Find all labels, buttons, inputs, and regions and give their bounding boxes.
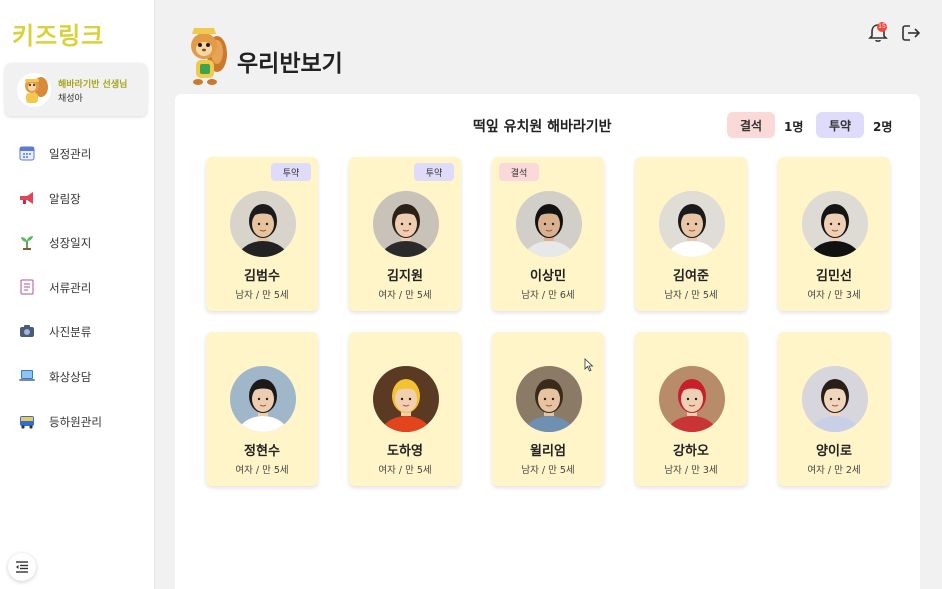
page-title: 우리반보기 [237,51,343,77]
child-name: 이상민 [530,269,566,284]
child-info: 남자 / 만 5세 [521,465,575,476]
child-info: 여자 / 만 3세 [807,290,861,301]
sidebar-item-label: 일정관리 [49,147,92,161]
child-name: 윌리엄 [530,444,566,459]
medication-count: 2명 [873,120,893,134]
child-info: 남자 / 만 3세 [664,465,718,476]
child-card[interactable]: 김민선여자 / 만 3세 [778,157,890,311]
sidebar-item-label: 서류관리 [49,280,92,295]
menu-collapse-icon [16,561,28,573]
child-photo [230,191,296,257]
child-photo [659,191,725,257]
logout-icon[interactable] [900,22,922,44]
child-name: 양이로 [816,444,852,459]
document-icon [20,279,34,295]
laptop-icon [19,369,35,381]
sidebar-item-growth-log[interactable]: 성장일지 [0,227,155,272]
absent-count: 1명 [784,120,804,134]
squirrel-mascot-icon [191,28,227,85]
child-info: 여자 / 만 5세 [378,290,432,301]
medication-filter-chip[interactable]: 투약 [816,112,864,138]
class-title: 떡잎 유치원 해바라기반 [473,119,612,135]
sidebar: 키즈링크 해바라기반 선생님 채성아 일정관리 알림장 성장일지 서류관리 사진… [0,0,155,589]
medication-badge: 투약 [271,163,311,181]
child-card[interactable]: 도하영여자 / 만 5세 [349,332,461,486]
sidebar-item-documents[interactable]: 서류관리 [0,272,155,317]
child-name: 김여준 [673,269,709,284]
notification-badge: 15 [877,22,887,32]
child-name: 정현수 [244,444,280,459]
megaphone-icon [20,191,33,204]
child-card[interactable]: 양이로여자 / 만 2세 [778,332,890,486]
absent-badge: 결석 [499,163,539,181]
sidebar-collapse-button[interactable] [8,553,36,581]
sidebar-item-label: 알림장 [49,191,81,206]
child-photo [659,366,725,432]
sidebar-item-label: 화상상담 [49,369,92,384]
child-card[interactable]: 김여준남자 / 만 5세 [635,157,747,311]
calendar-icon [19,146,35,161]
child-photo [516,366,582,432]
child-name: 김민선 [816,269,852,284]
bus-icon [20,415,34,429]
sidebar-item-schedule[interactable]: 일정관리 [0,138,155,183]
child-card[interactable]: 윌리엄남자 / 만 5세 [492,332,604,486]
child-card[interactable]: 정현수여자 / 만 5세 [206,332,318,486]
child-card[interactable]: 투약김범수남자 / 만 5세 [206,157,318,311]
sidebar-item-label: 등하원관리 [49,414,102,429]
child-name: 강하오 [673,444,709,459]
squirrel-avatar [17,73,51,107]
camera-icon [20,325,34,338]
child-photo [802,366,868,432]
profile-name: 채성아 [58,94,83,104]
sidebar-item-notice[interactable]: 알림장 [0,183,155,228]
sidebar-item-photos[interactable]: 사진분류 [0,316,155,361]
app-logo[interactable]: 키즈링크 [12,16,104,51]
child-name: 도하영 [387,444,423,459]
sidebar-item-attendance[interactable]: 등하원관리 [0,406,155,451]
absent-filter-chip[interactable]: 결석 [727,112,775,138]
profile-role: 해바라기반 선생님 [58,80,128,90]
child-name: 김범수 [244,269,280,284]
child-card[interactable]: 투약김지원여자 / 만 5세 [349,157,461,311]
sidebar-item-label: 사진분류 [49,325,92,340]
child-info: 여자 / 만 5세 [235,465,289,476]
medication-badge: 투약 [414,163,454,181]
child-card[interactable]: 강하오남자 / 만 3세 [635,332,747,486]
mouse-cursor-icon [584,358,594,372]
sidebar-item-video-consult[interactable]: 화상상담 [0,361,155,406]
child-card[interactable]: 결석이상민남자 / 만 6세 [492,157,604,311]
sidebar-menu: 일정관리 알림장 성장일지 서류관리 사진분류 화상상담 등하원관리 [0,138,155,450]
child-info: 여자 / 만 2세 [807,465,861,476]
child-name: 김지원 [387,269,423,284]
child-photo [802,191,868,257]
child-photo [230,366,296,432]
child-info: 남자 / 만 5세 [235,290,289,301]
child-info: 남자 / 만 5세 [664,290,718,301]
profile-card[interactable]: 해바라기반 선생님 채성아 [5,63,147,116]
child-info: 남자 / 만 6세 [521,290,575,301]
child-info: 여자 / 만 5세 [378,465,432,476]
child-photo [516,191,582,257]
sidebar-item-label: 성장일지 [49,236,92,251]
child-photo [373,191,439,257]
child-photo [373,366,439,432]
sprout-icon [21,236,33,251]
class-panel: 떡잎 유치원 해바라기반 결석 1명 투약 2명 투약 김범수 남자 / 만 5세 투… [175,94,920,589]
